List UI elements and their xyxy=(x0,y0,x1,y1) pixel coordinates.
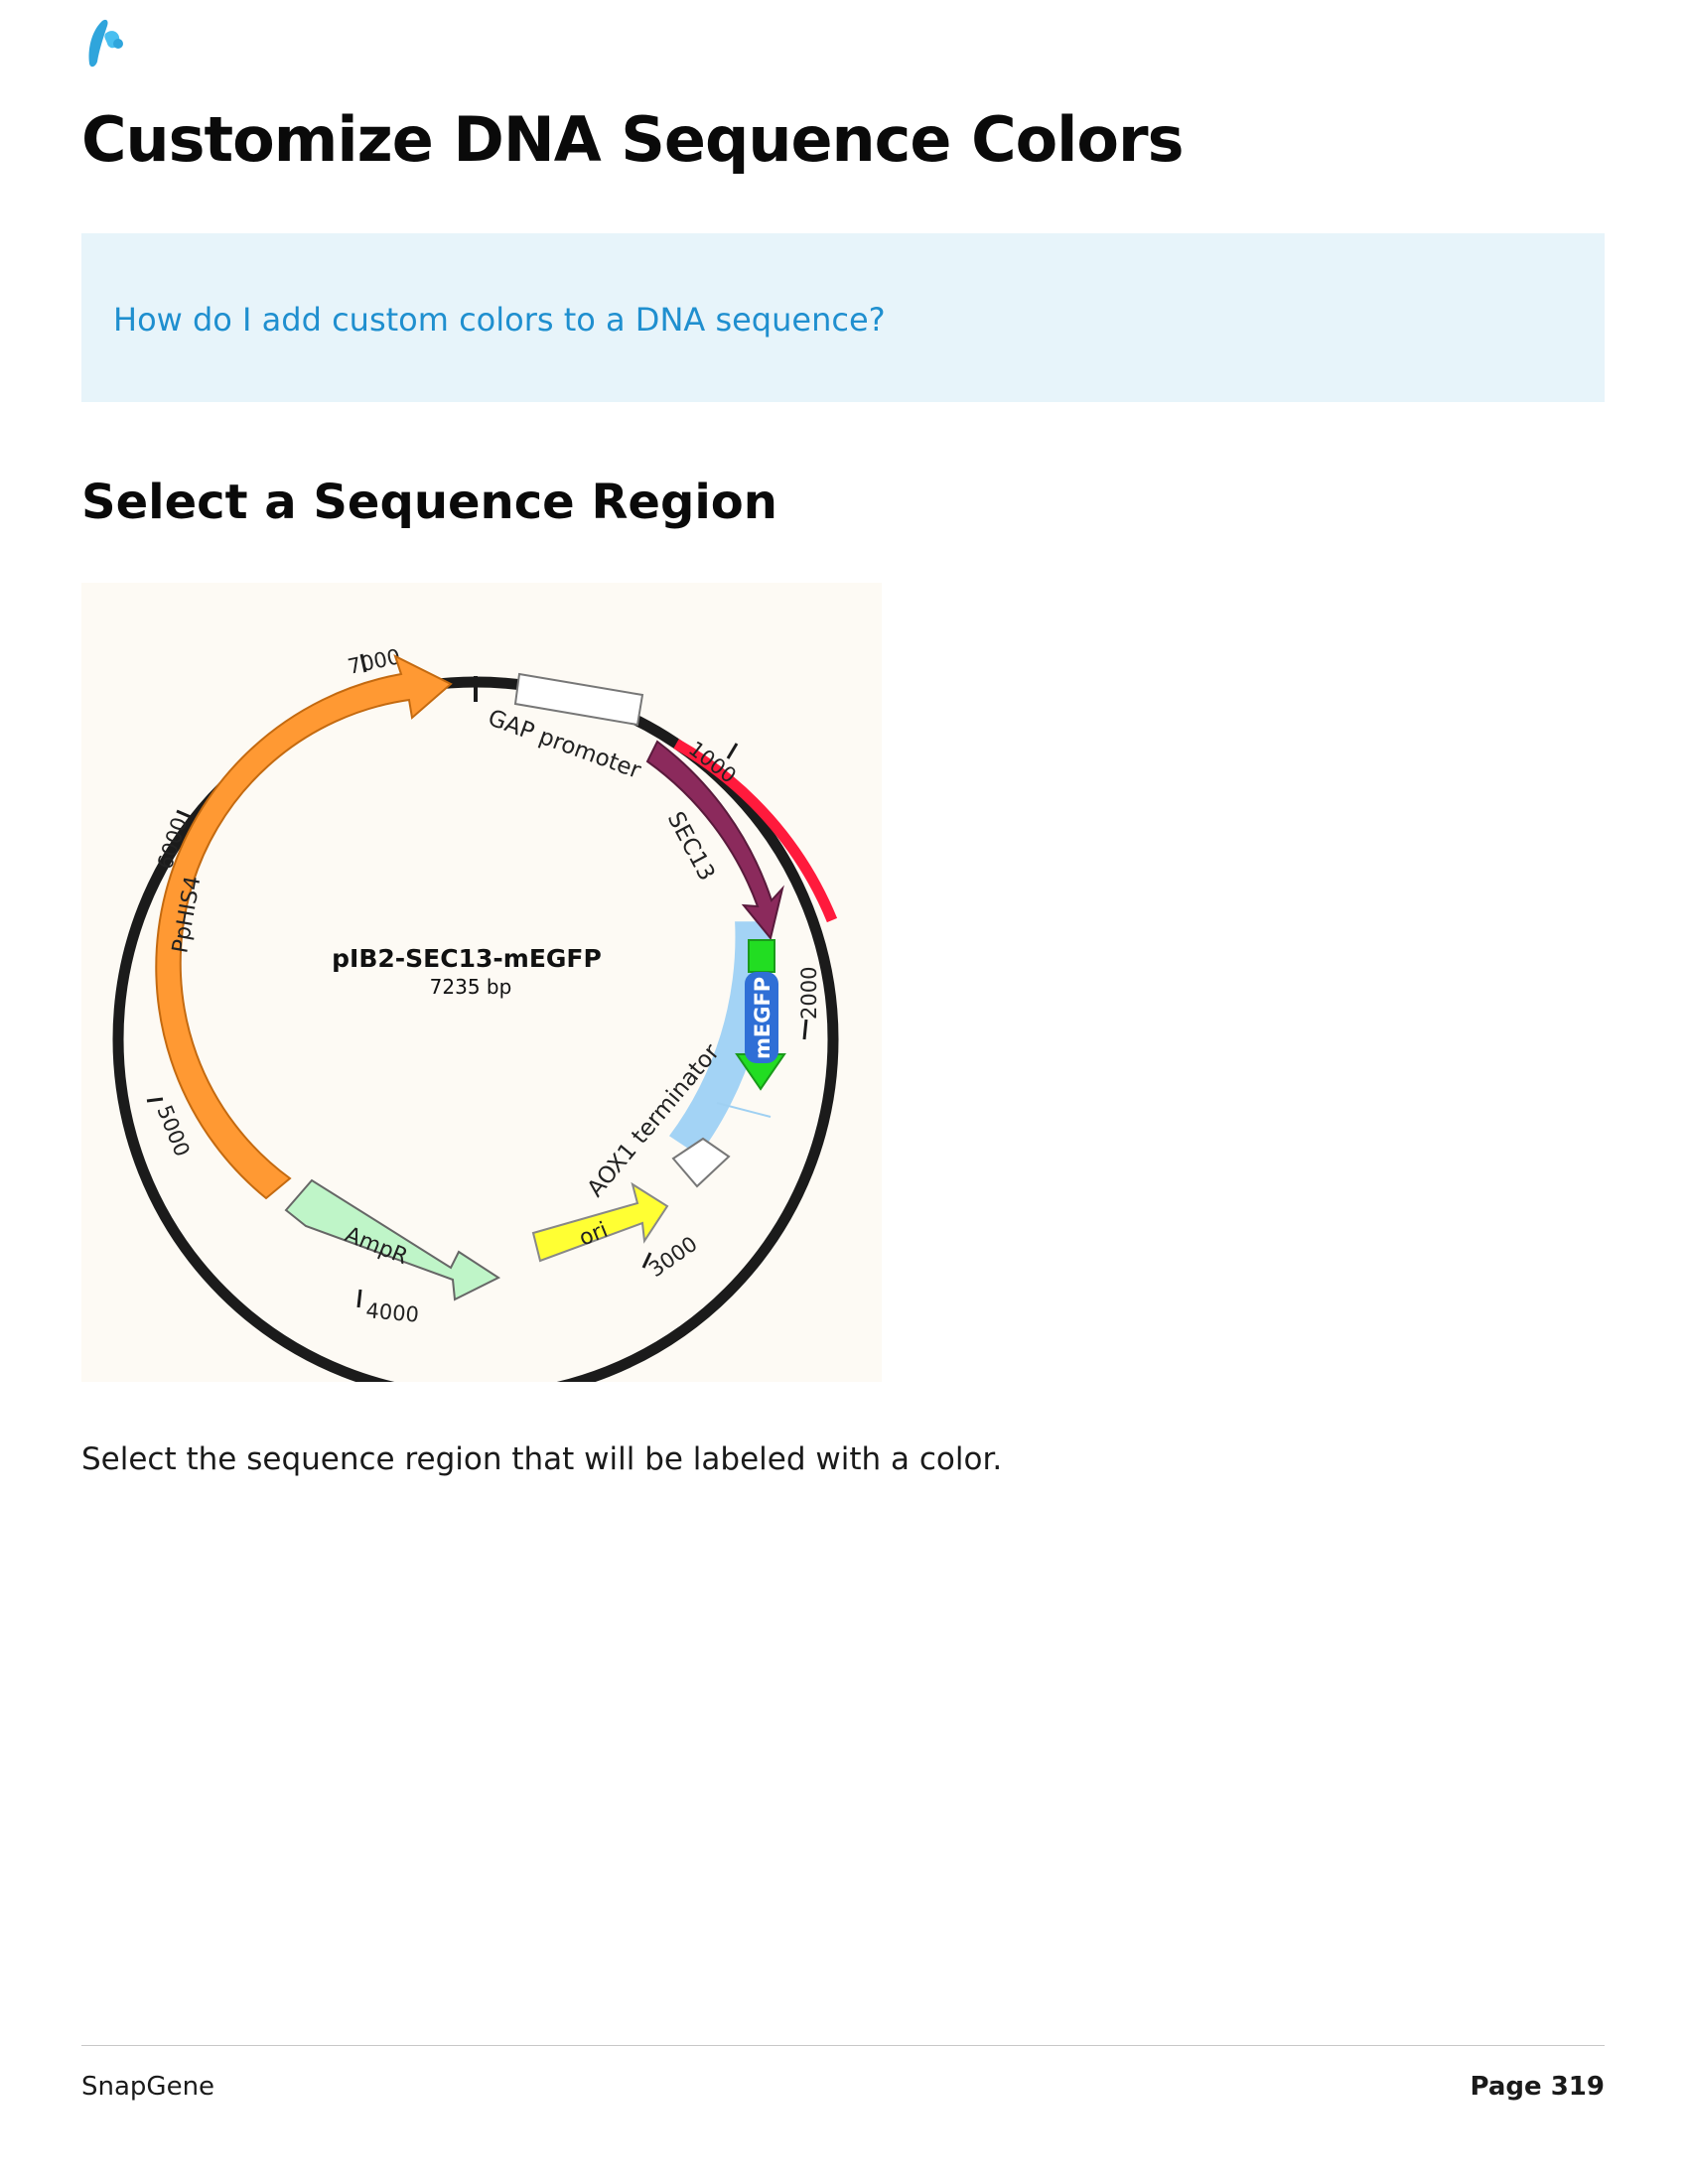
body-text: Select the sequence region that will be … xyxy=(81,1441,1003,1477)
plasmid-map-image: 1000 2000 3000 4000 5000 6000 7000 GAP p… xyxy=(81,583,882,1382)
faq-link[interactable]: How do I add custom colors to a DNA sequ… xyxy=(113,301,886,339)
tick-5000: 5000 xyxy=(146,1097,195,1160)
page-title: Customize DNA Sequence Colors xyxy=(81,103,1184,176)
tick-label-7000: 7000 xyxy=(346,644,402,679)
plasmid-name: pIB2-SEC13-mEGFP xyxy=(332,944,602,973)
tick-3000: 3000 xyxy=(641,1232,702,1282)
feature-gap-promoter: GAP promoter xyxy=(485,672,644,784)
footer-divider xyxy=(81,2045,1605,2046)
tick-4000: 4000 xyxy=(356,1289,420,1327)
plasmid-length: 7235 bp xyxy=(430,975,512,999)
section-title: Select a Sequence Region xyxy=(81,475,777,530)
feature-pphis4: PpHIS4 xyxy=(155,654,453,1200)
tick-7000: 7000 xyxy=(346,644,402,679)
faq-callout: How do I add custom colors to a DNA sequ… xyxy=(81,233,1605,402)
snapgene-logo-icon xyxy=(81,14,133,69)
footer-brand: SnapGene xyxy=(81,2072,215,2102)
tick-2000: 2000 xyxy=(797,967,821,1040)
feature-ampr: AmpR xyxy=(284,1178,501,1301)
tick-label-5000: 5000 xyxy=(152,1102,194,1160)
tick-label-3000: 3000 xyxy=(644,1232,702,1282)
tick-label-2000: 2000 xyxy=(797,967,821,1020)
footer-page-number: Page 319 xyxy=(1470,2072,1605,2102)
tick-label-4000: 4000 xyxy=(365,1298,420,1327)
feature-label-megfp: mEGFP xyxy=(751,977,774,1059)
